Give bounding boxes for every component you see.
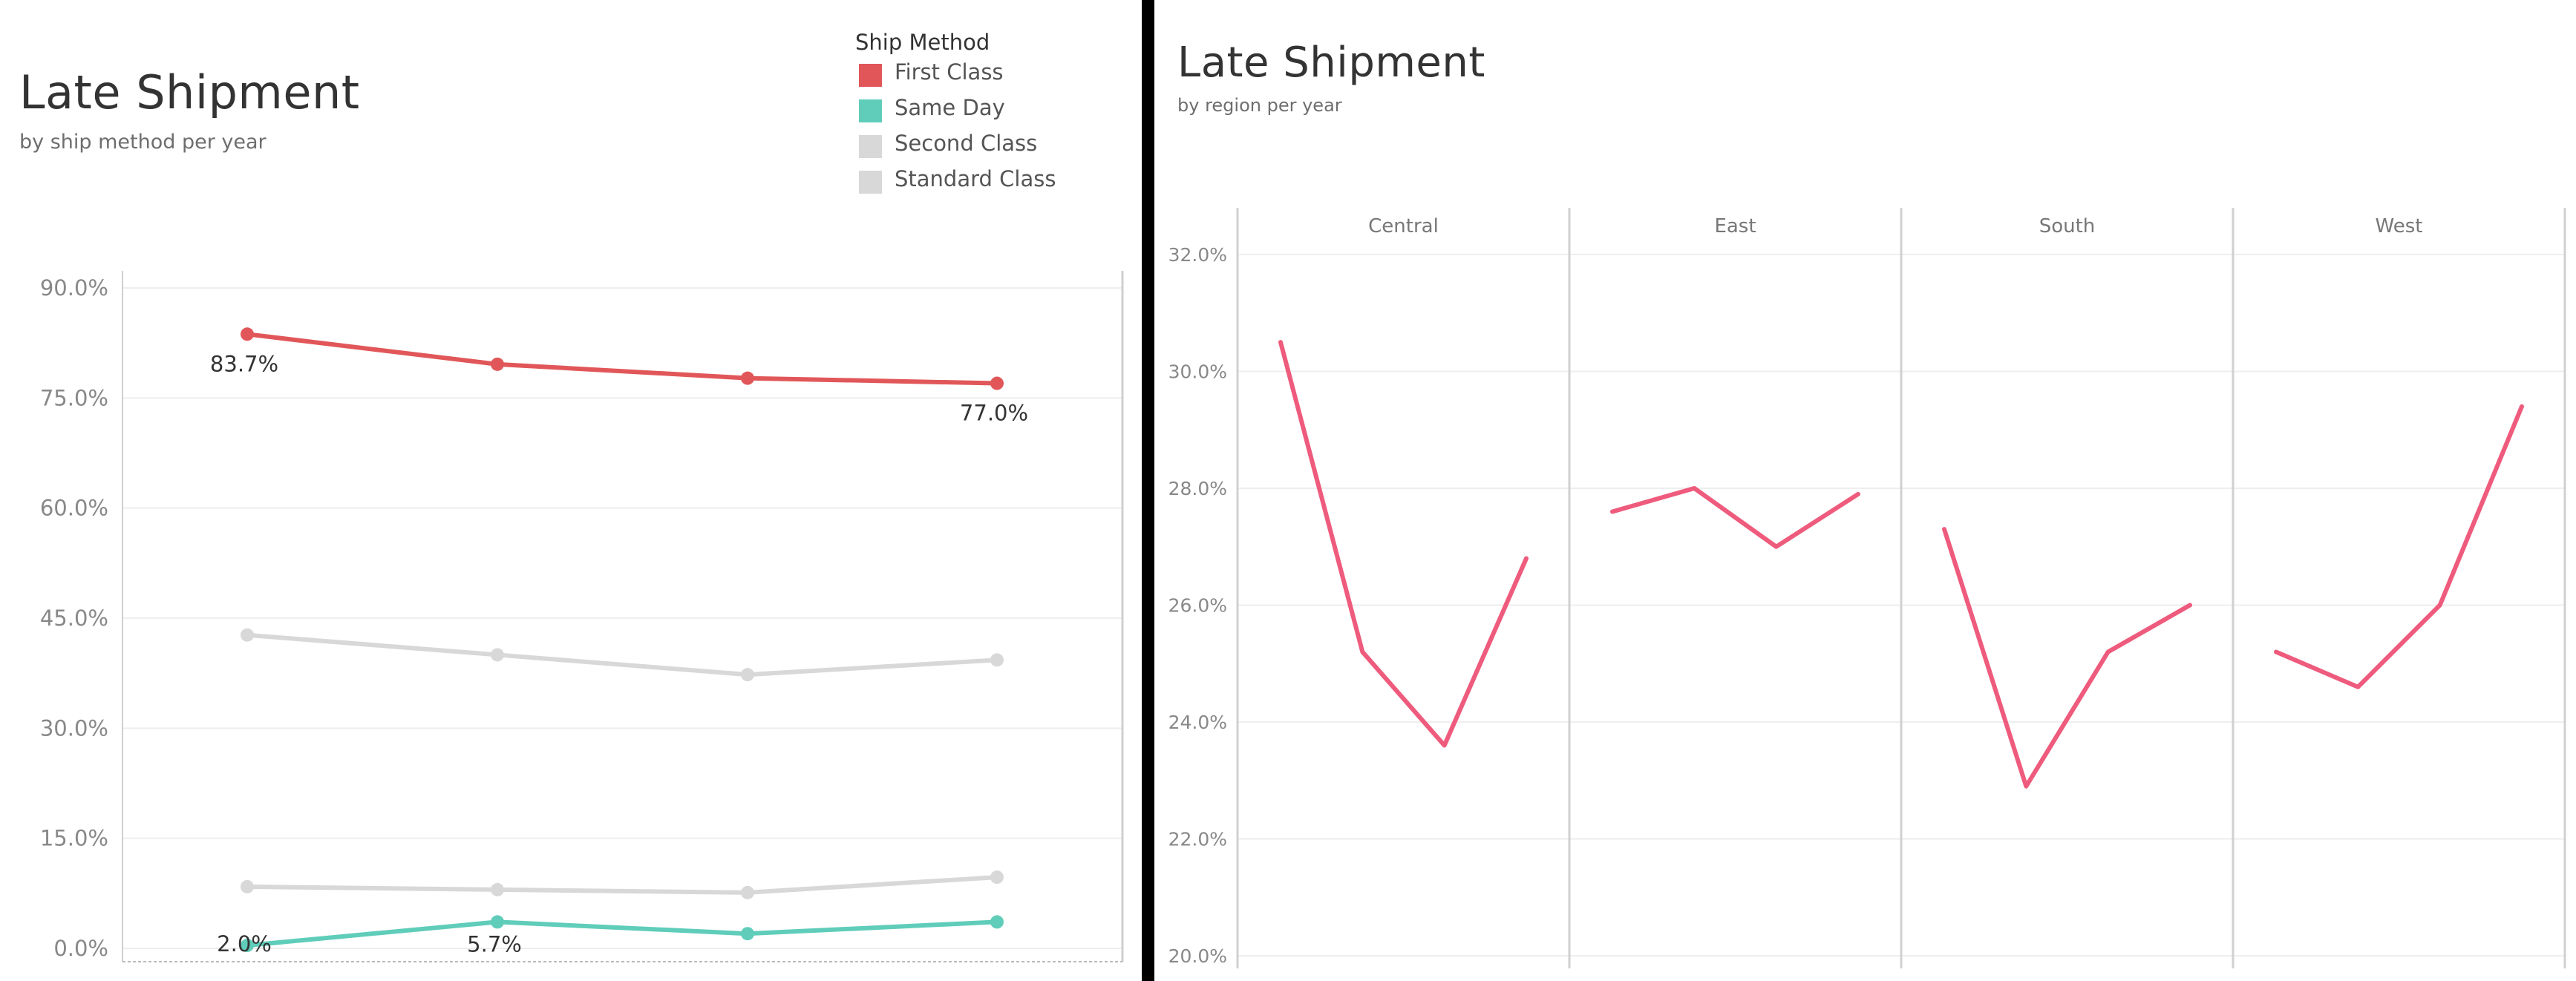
data-label: 5.7% — [467, 931, 522, 957]
facet-header: Central — [1368, 215, 1439, 237]
data-point — [990, 870, 1004, 885]
data-point — [990, 653, 1004, 667]
ship-method-line-chart: 0.0% 15.0% 30.0% 45.0% 60.0% 75.0% 90.0% 83.7% 7… — [40, 271, 1124, 962]
data-point — [741, 885, 754, 899]
data-point — [491, 915, 504, 929]
region-line-south — [1942, 527, 2192, 789]
region-line-west — [2274, 404, 2524, 689]
data-point — [241, 327, 254, 341]
y-tick-label: 24.0% — [1168, 712, 1227, 733]
data-point — [990, 376, 1004, 390]
data-point — [491, 357, 504, 371]
y-tick-label: 0.0% — [53, 936, 108, 961]
series-line-standard-class — [246, 875, 998, 895]
y-tick-label: 90.0% — [40, 275, 108, 301]
series-line-first-class — [246, 332, 998, 386]
data-point — [241, 879, 254, 893]
y-tick-label: 26.0% — [1168, 595, 1227, 617]
y-tick-label: 15.0% — [40, 826, 108, 851]
y-tick-label: 75.0% — [40, 385, 108, 410]
data-point — [741, 927, 754, 941]
y-tick-label: 30.0% — [1168, 361, 1227, 383]
region-line-central — [1278, 340, 1529, 748]
data-label: 83.7% — [210, 351, 278, 376]
y-tick-label: 20.0% — [1168, 945, 1227, 967]
data-point — [990, 915, 1004, 929]
data-point — [241, 628, 254, 642]
region-small-multiples-chart: 20.0% 22.0% 24.0% 26.0% 28.0% 30.0% 32.0% Centr… — [1168, 208, 2566, 968]
facet-header: West — [2376, 215, 2423, 237]
y-tick-label: 45.0% — [40, 606, 108, 631]
data-point — [741, 371, 754, 385]
y-tick-label: 60.0% — [40, 496, 108, 521]
y-tick-label: 32.0% — [1168, 244, 1227, 266]
facet-header: South — [2039, 215, 2096, 237]
data-point — [491, 882, 504, 896]
y-tick-label: 28.0% — [1168, 478, 1227, 499]
data-label: 2.0% — [217, 931, 272, 957]
facet-header: East — [1714, 215, 1756, 237]
data-label: 77.0% — [960, 401, 1028, 426]
y-tick-label: 30.0% — [40, 715, 108, 741]
region-panel: Late Shipment by region per year 20.0% 22… — [1154, 0, 2576, 981]
ship-method-panel: Late Shipment by ship method per year Sh… — [0, 0, 1142, 981]
region-line-east — [1610, 486, 1860, 549]
series-line-same-day — [246, 919, 998, 948]
data-point — [741, 668, 754, 682]
data-point — [491, 648, 504, 662]
y-tick-label: 22.0% — [1168, 829, 1227, 850]
series-line-second-class — [246, 632, 998, 677]
panel-divider — [1142, 0, 1154, 981]
